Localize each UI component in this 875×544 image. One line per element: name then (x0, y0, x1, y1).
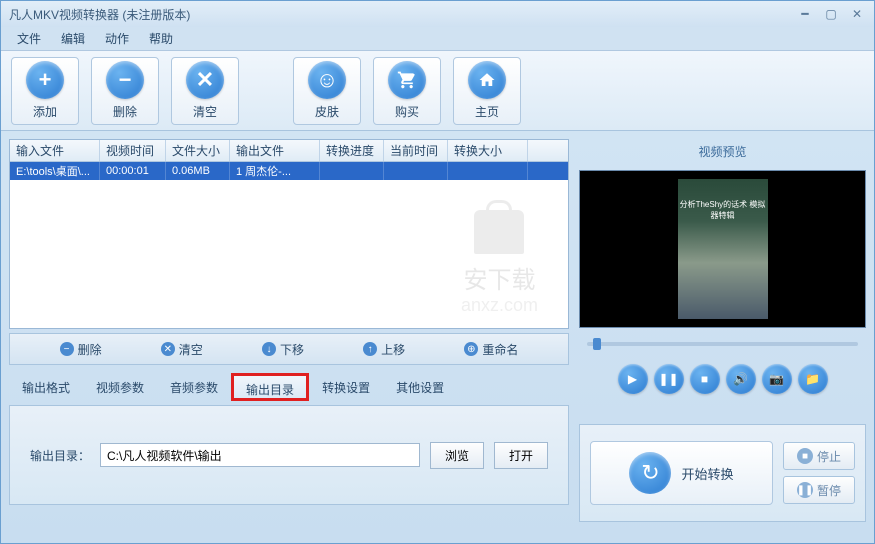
buy-button[interactable]: 购买 (373, 57, 441, 125)
titlebar: 凡人MKV视频转换器 (未注册版本) ━ ▢ ✕ (1, 1, 874, 27)
watermark: 安下载 anxz.com (461, 210, 538, 316)
preview-title: 视频预览 (579, 139, 866, 164)
convert-icon: ↻ (629, 452, 671, 494)
header-input-file[interactable]: 输入文件 (10, 140, 100, 161)
close-button[interactable]: ✕ (848, 7, 866, 21)
snapshot-button[interactable]: 📷 (762, 364, 792, 394)
play-button[interactable]: ▶ (618, 364, 648, 394)
cell-current-time (384, 162, 448, 180)
cell-file-size: 0.06MB (166, 162, 230, 180)
folder-button[interactable]: 📁 (798, 364, 828, 394)
list-clear-button[interactable]: ✕ 清空 (161, 341, 203, 358)
output-dir-input[interactable] (100, 443, 420, 467)
pause-button[interactable]: ❚❚ (654, 364, 684, 394)
preview-frame: 分析TheShy的话术 模拟器特辑 (678, 179, 768, 319)
list-delete-button[interactable]: − 删除 (60, 341, 102, 358)
browse-button[interactable]: 浏览 (430, 442, 484, 469)
stop-button[interactable]: ■ (690, 364, 720, 394)
video-preview: 分析TheShy的话术 模拟器特辑 (579, 170, 866, 328)
tab-content: 输出目录： 浏览 打开 (9, 405, 569, 505)
header-progress[interactable]: 转换进度 (320, 140, 384, 161)
skin-button[interactable]: ☺ 皮肤 (293, 57, 361, 125)
home-button[interactable]: 主页 (453, 57, 521, 125)
home-icon (468, 61, 506, 99)
menu-edit[interactable]: 编辑 (51, 27, 95, 50)
list-up-button[interactable]: ↑ 上移 (363, 341, 405, 358)
header-output-file[interactable]: 输出文件 (230, 140, 320, 161)
cell-convert-size (448, 162, 528, 180)
header-video-time[interactable]: 视频时间 (100, 140, 166, 161)
cell-input-file: E:\tools\桌面\... (10, 162, 100, 180)
arrow-down-icon: ↓ (262, 342, 276, 356)
table-row[interactable]: E:\tools\桌面\... 00:00:01 0.06MB 1 周杰伦-..… (10, 162, 568, 180)
minus-icon: − (106, 61, 144, 99)
cart-icon (388, 61, 426, 99)
player-controls: ▶ ❚❚ ■ 🔊 📷 📁 (579, 360, 866, 398)
menu-help[interactable]: 帮助 (139, 27, 183, 50)
pause-convert-button[interactable]: ❚❚ 暂停 (783, 476, 855, 504)
tab-output-dir[interactable]: 输出目录 (231, 373, 309, 401)
tab-output-format[interactable]: 输出格式 (9, 373, 83, 401)
file-table: 输入文件 视频时间 文件大小 输出文件 转换进度 当前时间 转换大小 E:\to… (9, 139, 569, 329)
menubar: 文件 编辑 动作 帮助 (1, 27, 874, 51)
list-actions: − 删除 ✕ 清空 ↓ 下移 ↑ 上移 ⊕ 重命名 (9, 333, 569, 365)
stop-convert-button[interactable]: ■ 停止 (783, 442, 855, 470)
header-file-size[interactable]: 文件大小 (166, 140, 230, 161)
table-header: 输入文件 视频时间 文件大小 输出文件 转换进度 当前时间 转换大小 (10, 140, 568, 162)
x-icon: ✕ (161, 342, 175, 356)
minimize-button[interactable]: ━ (796, 7, 814, 21)
tabs: 输出格式 视频参数 音频参数 输出目录 转换设置 其他设置 (9, 373, 569, 401)
plus-icon: + (26, 61, 64, 99)
volume-button[interactable]: 🔊 (726, 364, 756, 394)
cell-output-file: 1 周杰伦-... (230, 162, 320, 180)
smile-icon: ☺ (308, 61, 346, 99)
minus-icon: − (60, 342, 74, 356)
convert-area: ↻ 开始转换 ■ 停止 ❚❚ 暂停 (579, 424, 866, 522)
x-icon: ✕ (186, 61, 224, 99)
list-rename-button[interactable]: ⊕ 重命名 (464, 341, 518, 358)
maximize-button[interactable]: ▢ (822, 7, 840, 21)
delete-button[interactable]: − 删除 (91, 57, 159, 125)
add-button[interactable]: + 添加 (11, 57, 79, 125)
start-convert-button[interactable]: ↻ 开始转换 (590, 441, 773, 505)
app-title: 凡人MKV视频转换器 (未注册版本) (9, 6, 796, 23)
header-convert-size[interactable]: 转换大小 (448, 140, 528, 161)
list-down-button[interactable]: ↓ 下移 (262, 341, 304, 358)
tab-video-params[interactable]: 视频参数 (83, 373, 157, 401)
toolbar: + 添加 − 删除 ✕ 清空 ☺ 皮肤 购买 主页 (1, 51, 874, 131)
rename-icon: ⊕ (464, 342, 478, 356)
menu-action[interactable]: 动作 (95, 27, 139, 50)
open-button[interactable]: 打开 (494, 442, 548, 469)
tab-other-settings[interactable]: 其他设置 (383, 373, 457, 401)
clear-button[interactable]: ✕ 清空 (171, 57, 239, 125)
output-dir-label: 输出目录： (30, 447, 90, 464)
cell-video-time: 00:00:01 (100, 162, 166, 180)
menu-file[interactable]: 文件 (7, 27, 51, 50)
cell-progress (320, 162, 384, 180)
tab-audio-params[interactable]: 音频参数 (157, 373, 231, 401)
stop-icon: ■ (797, 448, 813, 464)
arrow-up-icon: ↑ (363, 342, 377, 356)
pause-icon: ❚❚ (797, 482, 813, 498)
header-current-time[interactable]: 当前时间 (384, 140, 448, 161)
tab-convert-settings[interactable]: 转换设置 (309, 373, 383, 401)
seek-slider[interactable] (579, 334, 866, 354)
